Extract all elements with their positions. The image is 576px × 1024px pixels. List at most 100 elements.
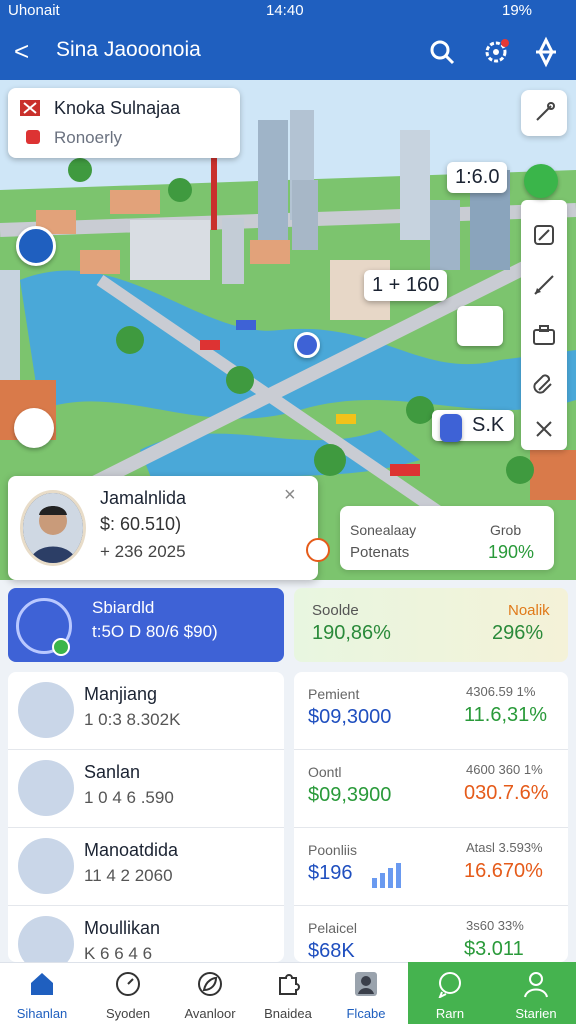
finance-right-label: 4600 360 1% (466, 762, 543, 777)
status-dot-icon (52, 638, 70, 656)
flag-icon (20, 100, 40, 116)
airline-icon (26, 130, 40, 144)
chat-pin-icon[interactable] (524, 164, 558, 198)
nav-label: Sihanlan (16, 1006, 68, 1021)
growth-right-value: 296% (492, 622, 544, 644)
cancel-pin-icon[interactable] (14, 408, 54, 448)
nav-label: Avanloor (184, 1006, 236, 1021)
info-left-label: Sonealaay (350, 522, 417, 538)
map-label-bubble[interactable]: 1:6.0 (447, 162, 508, 193)
status-card[interactable]: Sbiardld t:5O D 80/6 $90) (8, 588, 284, 662)
list-item[interactable]: Moullikan K 6 6 4 6 (8, 906, 284, 962)
finance-row[interactable]: Pelaicel $68K 3s60 33% $3.011 (294, 906, 568, 962)
list-item[interactable]: Manoatdida 11 4 2 2060 (8, 828, 284, 906)
profile-name: Jamalnlida (100, 488, 187, 508)
person-pin-icon (440, 414, 462, 442)
leaf-icon (198, 972, 222, 996)
person-name: Manjiang (84, 684, 158, 704)
finance-row[interactable]: Pemient $09,3000 4306.59 1% 11.6,31% (294, 672, 568, 750)
growth-left-value: 190,86% (312, 622, 391, 644)
profile-count: + 236 2025 (100, 542, 186, 561)
nav-label: Rarn (435, 1006, 465, 1021)
info-right-label: Grob (490, 522, 522, 538)
map-label-bubble[interactable]: 1 + 160 (364, 270, 448, 301)
list-item[interactable]: Sanlan 1 0 4 6 .590 (8, 750, 284, 828)
compass-icon[interactable] (528, 34, 564, 70)
portrait-icon (355, 972, 377, 996)
finance-value: $68K (308, 940, 355, 962)
profile-card[interactable]: Jamalnlida $: 60.510) + 236 2025 × (8, 476, 318, 580)
person-value: 1 0 4 6 .590 (84, 788, 174, 807)
finance-right-value: $3.011 (464, 938, 524, 960)
person-value: K 6 6 4 6 (84, 944, 153, 962)
location-card[interactable]: Knoka Sulnajaa Ronoerly (8, 88, 240, 158)
pen-icon[interactable] (529, 270, 559, 300)
wrench-icon (536, 102, 555, 121)
location-name: Knoka Sulnajaa (54, 98, 181, 118)
nav-item-rarn[interactable]: Rarn (414, 962, 486, 1024)
growth-card[interactable]: Soolde 190,86% Noalik 296% (294, 588, 568, 662)
search-icon[interactable] (424, 34, 460, 70)
finance-label: Oontl (308, 764, 342, 780)
finance-right-label: 4306.59 1% (466, 684, 536, 699)
expand-icon[interactable] (529, 414, 559, 444)
nav-label: Flcabe (346, 1006, 386, 1021)
finance-right-value: 030.7.6% (464, 782, 549, 804)
edit-icon[interactable] (529, 220, 559, 250)
nav-label: Bnaidea (264, 1006, 312, 1021)
nav-item-starien[interactable]: Starien (500, 962, 572, 1024)
person-name: Manoatdida (84, 840, 179, 860)
status-card-title: Sbiardld (92, 598, 155, 617)
growth-left-label: Soolde (312, 602, 359, 619)
clip-icon[interactable] (529, 370, 559, 400)
finance-row[interactable]: Poonliis $196 Atasl 3.593% 16.670% (294, 828, 568, 906)
finance-right-label: 3s60 33% (466, 918, 524, 933)
nav-item-flcabe[interactable]: Flcabe (330, 962, 402, 1024)
clock-icon (116, 972, 140, 996)
status-card-value: t:5O D 80/6 $90) (92, 622, 218, 641)
nav-item-home[interactable]: Sihanlan (6, 962, 78, 1024)
puzzle-icon (279, 974, 300, 995)
map-marker-icon[interactable] (294, 332, 320, 358)
finance-row[interactable]: Oontl $09,3900 4600 360 1% 030.7.6% (294, 750, 568, 828)
avatar (18, 838, 74, 894)
avatar (18, 682, 74, 738)
home-icon (31, 973, 53, 995)
nav-item-syoden[interactable]: Syoden (92, 962, 164, 1024)
finance-label: Poonliis (308, 842, 358, 858)
briefcase-icon[interactable] (529, 320, 559, 350)
edit-tool-button[interactable] (521, 90, 567, 136)
navigation-arrow-icon[interactable] (457, 306, 503, 346)
settings-icon[interactable] (478, 34, 514, 70)
fire-pin-icon[interactable] (306, 538, 330, 562)
chat-icon (438, 972, 461, 998)
nav-item-bnaidea[interactable]: Bnaidea (252, 962, 324, 1024)
back-button[interactable]: < (14, 36, 29, 66)
info-card[interactable]: Sonealaay Potenats Grob 190% (340, 506, 554, 570)
nav-label: Syoden (105, 1006, 151, 1021)
page-title: Sina Jaooonoia (56, 38, 201, 61)
person-name: Moullikan (84, 918, 161, 938)
info-left-value: Potenats (350, 544, 410, 561)
person-value: 1 0:3 8.302K (84, 710, 181, 729)
nav-label: Starien (515, 1006, 557, 1021)
avatar (18, 760, 74, 816)
finance-right-value: 11.6,31% (464, 704, 548, 726)
nav-item-avanloor[interactable]: Avanloor (174, 962, 246, 1024)
finance-right-label: Atasl 3.593% (466, 840, 543, 855)
finance-label: Pemient (308, 686, 360, 702)
finance-list: Pemient $09,3000 4306.59 1% 11.6,31% Oon… (294, 672, 568, 962)
people-list: Manjiang 1 0:3 8.302K Sanlan 1 0 4 6 .59… (8, 672, 284, 962)
bubble-value: 1:6.0 (455, 166, 500, 188)
locate-pen-icon[interactable] (16, 226, 56, 266)
finance-value: $09,3900 (308, 784, 392, 806)
close-button[interactable]: × (284, 484, 296, 507)
bar-chart-icon (372, 863, 401, 888)
bubble-value: 1 + 160 (372, 274, 440, 296)
finance-value: $09,3000 (308, 706, 392, 728)
app-header: < Sina Jaooonoia (0, 24, 576, 80)
list-item[interactable]: Manjiang 1 0:3 8.302K (8, 672, 284, 750)
avatar (18, 916, 74, 962)
status-bar: Uhonait 14:40 19% (0, 0, 576, 24)
battery-label: 19% (502, 2, 533, 19)
